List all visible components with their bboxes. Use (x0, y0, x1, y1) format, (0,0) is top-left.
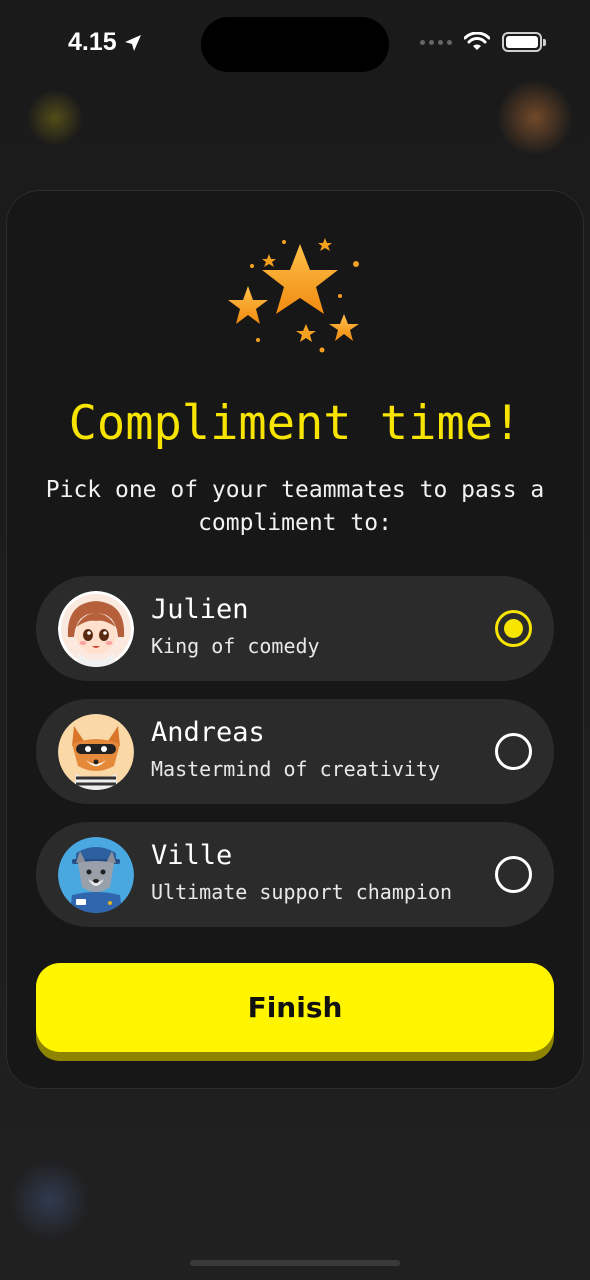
status-icons (420, 32, 546, 52)
cellular-signal-icon (420, 39, 452, 45)
finish-button-shadow: Finish (36, 963, 554, 1061)
finish-button[interactable]: Finish (36, 963, 554, 1052)
option-description: Ultimate support champion (151, 880, 453, 904)
location-arrow-icon (124, 34, 141, 51)
dynamic-island (201, 17, 389, 72)
wolf-avatar (58, 837, 134, 913)
fox-avatar (58, 714, 134, 790)
option-name: Andreas (151, 717, 265, 748)
wifi-icon (464, 32, 490, 50)
teammate-option-andreas[interactable]: Andreas Mastermind of creativity (36, 699, 554, 804)
option-description: Mastermind of creativity (151, 757, 440, 781)
battery-icon (502, 32, 546, 52)
dialog-title: Compliment time! (68, 396, 522, 451)
time-text: 4.15 (68, 28, 117, 56)
radio-button[interactable] (495, 856, 532, 893)
option-description: King of comedy (151, 634, 320, 658)
teammate-option-julien[interactable]: Julien King of comedy (36, 576, 554, 681)
status-bar: 4.15 (0, 0, 590, 90)
dialog-subtitle: Pick one of your teammates to pass a com… (45, 477, 545, 536)
option-name: Ville (151, 840, 233, 871)
radio-button-selected[interactable] (495, 610, 532, 647)
status-time: 4.15 (68, 28, 143, 57)
radio-button[interactable] (495, 733, 532, 770)
stars-icon (228, 238, 359, 353)
teammate-option-ville[interactable]: Ville Ultimate support champion (36, 822, 554, 927)
girl-avatar (58, 591, 134, 667)
home-indicator[interactable] (190, 1260, 400, 1266)
option-name: Julien (151, 594, 249, 625)
